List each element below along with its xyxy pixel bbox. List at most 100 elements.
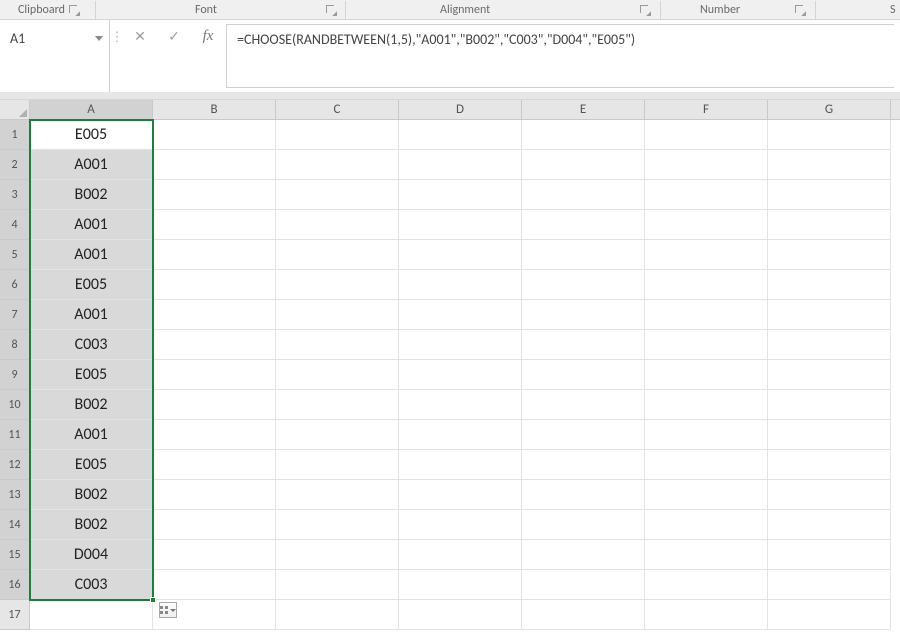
- cell[interactable]: [768, 600, 891, 630]
- cell[interactable]: [522, 390, 645, 420]
- cell[interactable]: [276, 420, 399, 450]
- formula-input[interactable]: [226, 24, 894, 88]
- cell[interactable]: [768, 210, 891, 240]
- cell[interactable]: [645, 270, 768, 300]
- cell[interactable]: B002: [30, 510, 153, 540]
- cell[interactable]: A001: [30, 420, 153, 450]
- cell[interactable]: [522, 540, 645, 570]
- cell[interactable]: [399, 360, 522, 390]
- cell[interactable]: E005: [30, 360, 153, 390]
- cell[interactable]: [276, 570, 399, 600]
- cell[interactable]: [153, 210, 276, 240]
- cell[interactable]: [276, 390, 399, 420]
- cell[interactable]: [399, 120, 522, 150]
- row-head[interactable]: 15: [0, 540, 30, 570]
- cell[interactable]: [153, 390, 276, 420]
- cell[interactable]: [645, 360, 768, 390]
- row-head[interactable]: 10: [0, 390, 30, 420]
- cell[interactable]: [645, 600, 768, 630]
- cell[interactable]: E005: [30, 270, 153, 300]
- row-head[interactable]: 11: [0, 420, 30, 450]
- col-head-B[interactable]: B: [153, 100, 276, 119]
- cell[interactable]: [522, 570, 645, 600]
- cell[interactable]: [768, 150, 891, 180]
- cell[interactable]: [276, 600, 399, 630]
- row-head[interactable]: 4: [0, 210, 30, 240]
- cell[interactable]: [768, 480, 891, 510]
- cell[interactable]: [768, 570, 891, 600]
- row-head[interactable]: 16: [0, 570, 30, 600]
- cell[interactable]: C003: [30, 570, 153, 600]
- cell[interactable]: [399, 330, 522, 360]
- cell[interactable]: [399, 510, 522, 540]
- cell[interactable]: [276, 480, 399, 510]
- cell[interactable]: [645, 150, 768, 180]
- dialog-launcher-icon[interactable]: [795, 5, 805, 15]
- cell[interactable]: [645, 180, 768, 210]
- cell[interactable]: [522, 360, 645, 390]
- cell[interactable]: [768, 360, 891, 390]
- cell[interactable]: [522, 300, 645, 330]
- cell[interactable]: [768, 120, 891, 150]
- cell[interactable]: [276, 540, 399, 570]
- col-head-C[interactable]: C: [276, 100, 399, 119]
- cell[interactable]: [645, 240, 768, 270]
- accept-icon[interactable]: [166, 28, 182, 44]
- cell[interactable]: [522, 420, 645, 450]
- autofill-options-button[interactable]: [159, 602, 177, 618]
- cell[interactable]: [153, 540, 276, 570]
- dialog-launcher-number[interactable]: [795, 5, 805, 15]
- cell[interactable]: [768, 420, 891, 450]
- cell[interactable]: [153, 120, 276, 150]
- cell[interactable]: [399, 270, 522, 300]
- row-head[interactable]: 5: [0, 240, 30, 270]
- cell[interactable]: [399, 480, 522, 510]
- row-head[interactable]: 6: [0, 270, 30, 300]
- col-head-F[interactable]: F: [645, 100, 768, 119]
- cell[interactable]: E005: [30, 450, 153, 480]
- cell[interactable]: [645, 480, 768, 510]
- row-head[interactable]: 17: [0, 600, 30, 630]
- cell[interactable]: [399, 600, 522, 630]
- cell[interactable]: [399, 540, 522, 570]
- cell[interactable]: [522, 120, 645, 150]
- cell[interactable]: [645, 510, 768, 540]
- cell[interactable]: [645, 120, 768, 150]
- col-head-E[interactable]: E: [522, 100, 645, 119]
- cell[interactable]: [399, 150, 522, 180]
- cell[interactable]: [522, 180, 645, 210]
- row-head[interactable]: 3: [0, 180, 30, 210]
- cell[interactable]: [645, 210, 768, 240]
- cell[interactable]: A001: [30, 150, 153, 180]
- cell[interactable]: B002: [30, 480, 153, 510]
- cell[interactable]: [522, 210, 645, 240]
- cell[interactable]: [768, 180, 891, 210]
- cell[interactable]: [399, 390, 522, 420]
- cell[interactable]: E005: [30, 120, 153, 150]
- cell[interactable]: [153, 330, 276, 360]
- fx-icon[interactable]: fx: [200, 28, 216, 44]
- cell[interactable]: [276, 300, 399, 330]
- cell[interactable]: [276, 450, 399, 480]
- row-head[interactable]: 7: [0, 300, 30, 330]
- cell[interactable]: [768, 300, 891, 330]
- cell[interactable]: [768, 270, 891, 300]
- row-head[interactable]: 8: [0, 330, 30, 360]
- cell[interactable]: [768, 240, 891, 270]
- cell[interactable]: [276, 360, 399, 390]
- cell[interactable]: [276, 180, 399, 210]
- cell[interactable]: [522, 270, 645, 300]
- cell[interactable]: [153, 240, 276, 270]
- dropdown-icon[interactable]: [95, 36, 103, 41]
- cell[interactable]: [645, 450, 768, 480]
- select-all-corner[interactable]: [0, 100, 30, 119]
- cell[interactable]: [645, 540, 768, 570]
- name-box[interactable]: A1: [0, 26, 109, 50]
- row-head[interactable]: 14: [0, 510, 30, 540]
- row-head[interactable]: 1: [0, 120, 30, 150]
- cell[interactable]: [522, 240, 645, 270]
- cell[interactable]: [399, 210, 522, 240]
- cell[interactable]: [399, 300, 522, 330]
- dialog-launcher-icon[interactable]: [69, 5, 79, 15]
- cell[interactable]: D004: [30, 540, 153, 570]
